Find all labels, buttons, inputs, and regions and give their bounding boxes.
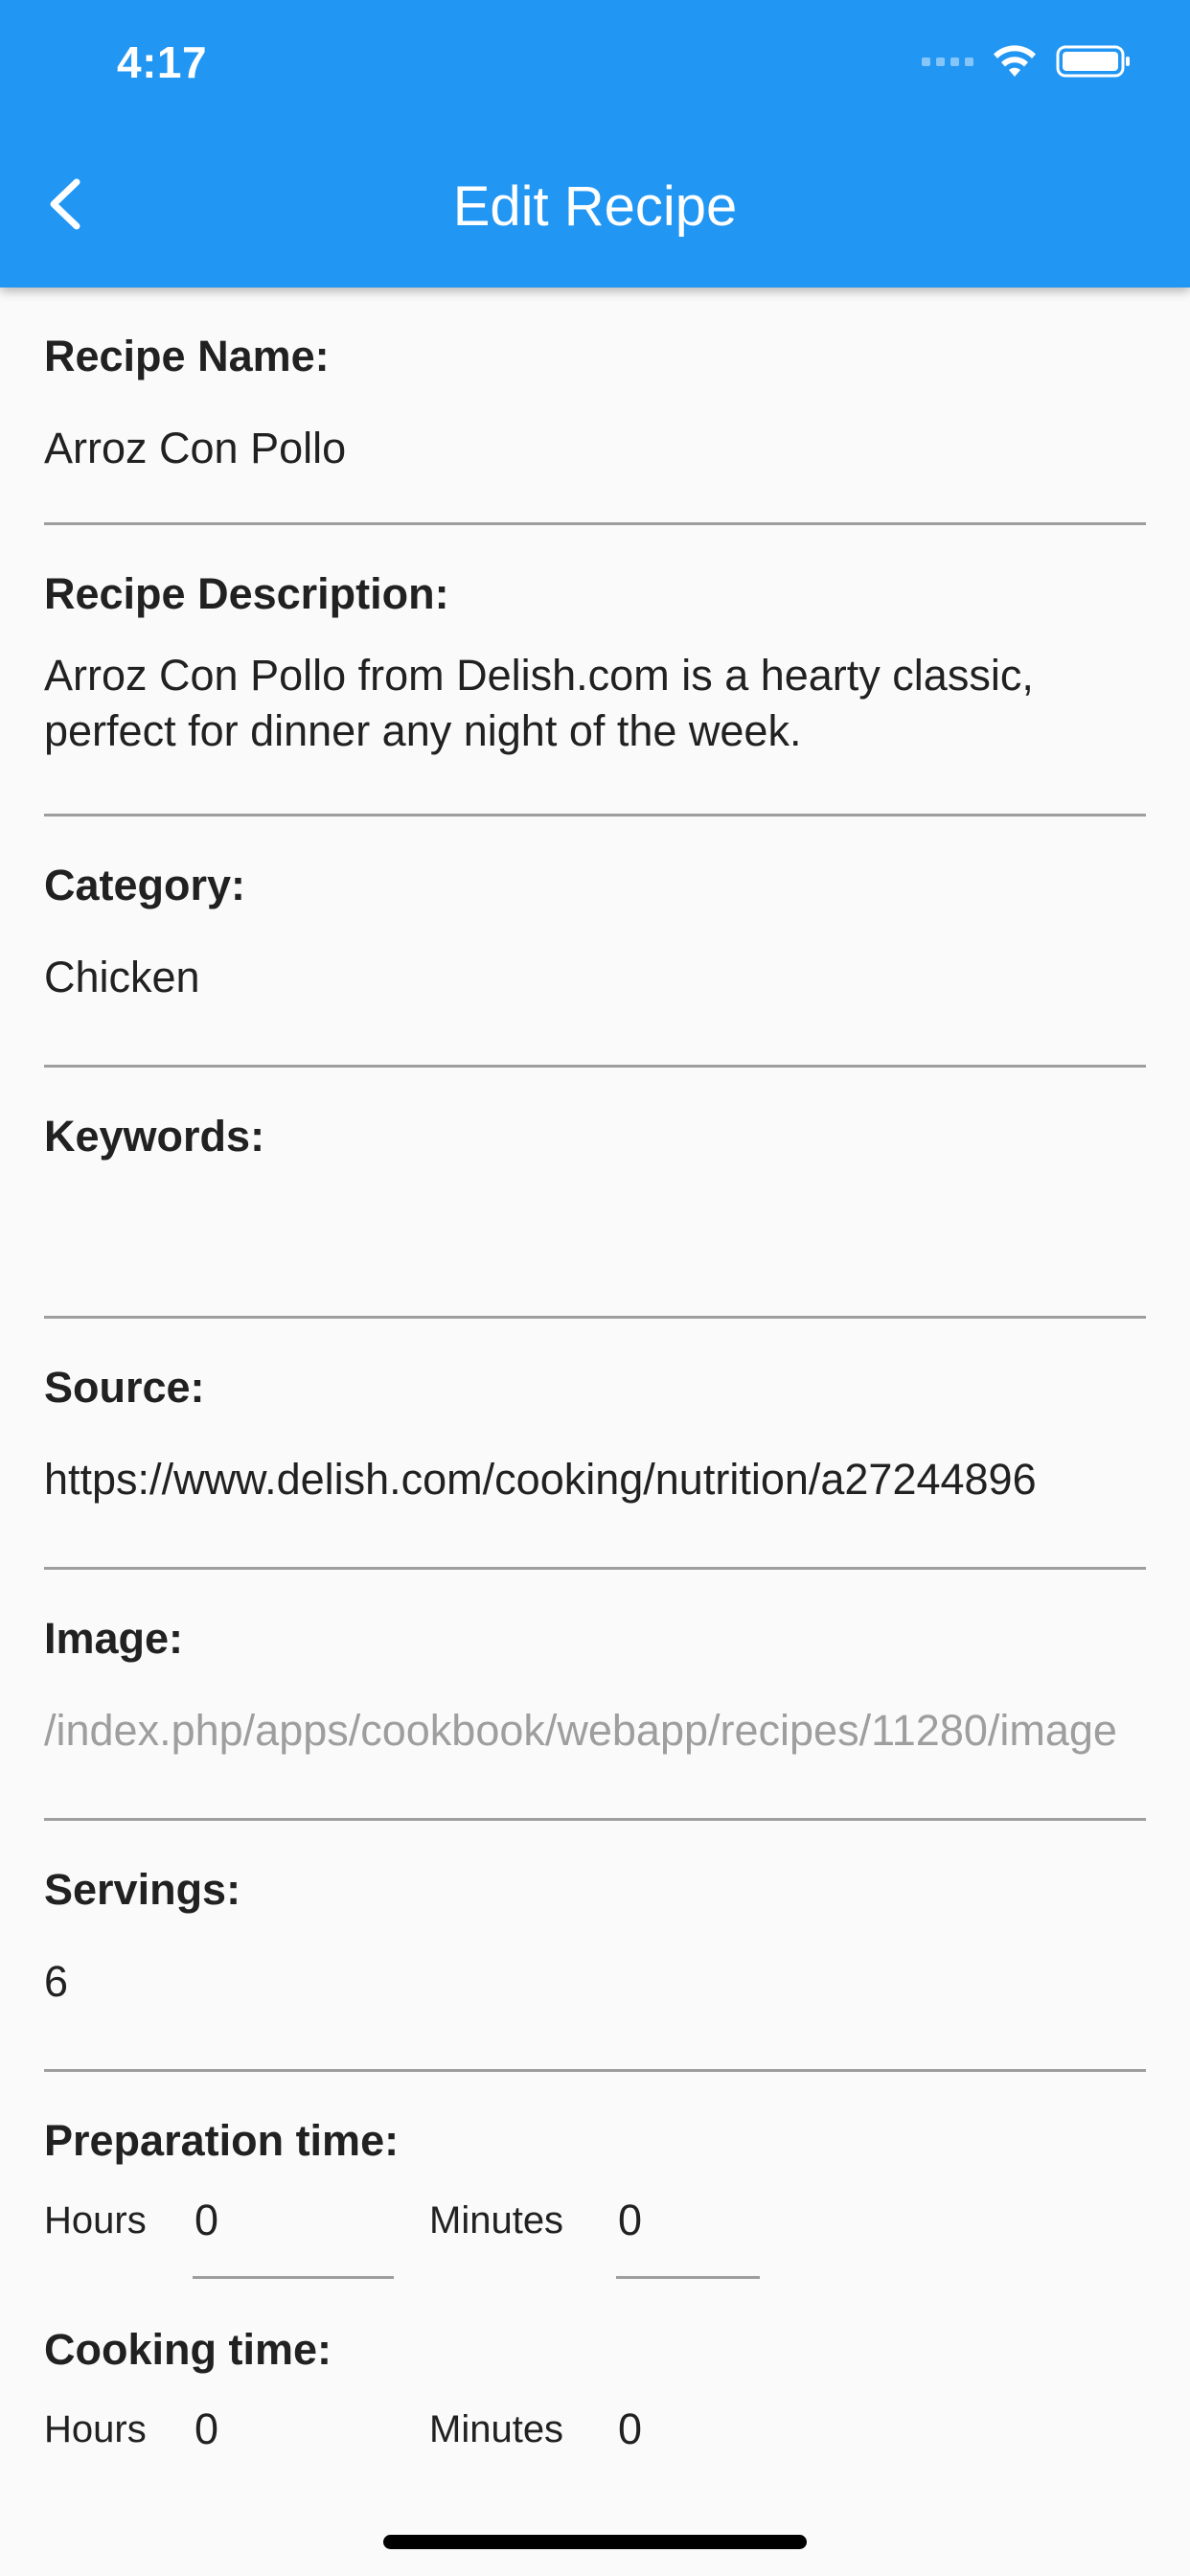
recipe-name-input[interactable]: Arroz Con Pollo [44,383,1146,514]
signal-icon [922,57,973,66]
recipe-name-label: Recipe Name: [44,332,330,380]
recipe-description-field: Recipe Description: Arroz Con Pollo from… [44,525,1146,816]
cook-hours-label: Hours [44,2408,147,2450]
cooking-time-label: Cooking time: [44,2325,332,2374]
cook-minutes-label: Minutes [429,2408,564,2450]
cook-hours-input[interactable]: 0 [193,2396,394,2488]
category-input[interactable]: Chicken [44,912,1146,1043]
category-label: Category: [44,861,246,909]
prep-minutes-label: Minutes [429,2199,564,2242]
status-icons [922,42,1133,80]
cooking-time-row: Hours 0 Minutes 0 [44,2377,1146,2490]
source-field: Source: https://www.delish.com/cooking/n… [44,1319,1146,1570]
servings-field: Servings: 6 [44,1821,1146,2072]
keywords-label: Keywords: [44,1112,265,1161]
app-bar: 4:17 Edit Recipe [0,0,1190,288]
image-input[interactable]: /index.php/apps/cookbook/webapp/recipes/… [44,1666,1146,1796]
category-field: Category: Chicken [44,816,1146,1068]
preparation-time-row: Hours 0 Minutes 0 [44,2168,1146,2281]
recipe-description-label: Recipe Description: [44,569,449,618]
page-title: Edit Recipe [452,175,738,238]
status-time: 4:17 [117,37,208,87]
prep-minutes-input[interactable]: 0 [616,2187,760,2279]
servings-label: Servings: [44,1865,241,1914]
recipe-description-input[interactable]: Arroz Con Pollo from Delish.com is a hea… [44,621,1146,788]
keywords-input[interactable] [44,1163,1146,1294]
battery-icon [1056,45,1130,78]
wifi-icon [994,45,1036,77]
prep-hours-input[interactable]: 0 [193,2187,394,2279]
preparation-time-label: Preparation time: [44,2116,400,2165]
recipe-form: Recipe Name: Arroz Con Pollo Recipe Desc… [44,288,1146,2490]
home-indicator [383,2535,807,2549]
back-button[interactable] [38,171,92,238]
cook-minutes-input[interactable]: 0 [616,2396,760,2488]
image-field: Image: /index.php/apps/cookbook/webapp/r… [44,1570,1146,1821]
servings-input[interactable]: 6 [44,1917,1146,2047]
source-label: Source: [44,1363,205,1412]
recipe-name-field: Recipe Name: Arroz Con Pollo [44,288,1146,525]
preparation-time-section: Preparation time: Hours 0 Minutes 0 [44,2072,1146,2281]
keywords-field: Keywords: [44,1068,1146,1319]
cooking-time-section: Cooking time: Hours 0 Minutes 0 [44,2281,1146,2490]
source-input[interactable]: https://www.delish.com/cooking/nutrition… [44,1414,1146,1545]
image-label: Image: [44,1614,184,1663]
chevron-left-icon [50,178,80,230]
prep-hours-label: Hours [44,2199,147,2242]
